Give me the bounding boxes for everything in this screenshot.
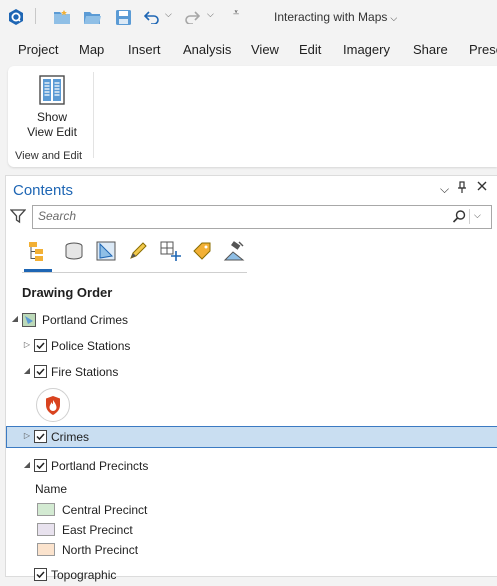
collapse-arrow-icon[interactable]: ◢	[22, 366, 32, 376]
pane-title: Contents	[13, 182, 74, 199]
close-icon[interactable]	[476, 180, 488, 195]
tab-view[interactable]: View	[251, 42, 279, 57]
legend-heading: Name	[35, 482, 68, 496]
show-view-edit-label-1: Show	[36, 110, 68, 124]
project-title-text: Interacting with Maps	[274, 10, 388, 24]
chevron-down-icon: ⌵	[390, 13, 398, 23]
tab-edit[interactable]: Edit	[299, 42, 321, 57]
filter-icon[interactable]	[9, 208, 27, 224]
search-icon[interactable]	[451, 209, 467, 225]
layer-visibility-checkbox[interactable]	[34, 430, 47, 443]
legend-swatch-east[interactable]	[37, 523, 55, 536]
list-by-perspective-imagery-icon[interactable]	[221, 238, 247, 264]
tree-layer-topographic[interactable]: Topographic	[6, 564, 497, 586]
tree-layer-fire-stations[interactable]: ◢ Fire Stations	[6, 361, 497, 383]
pane-options-chevron-icon[interactable]: ⌵	[440, 182, 449, 197]
title-bar: ⌵ ⌵ ⩡ Interacting with Maps ⌵	[0, 0, 497, 34]
layer-visibility-checkbox[interactable]	[34, 365, 47, 378]
layer-visibility-checkbox[interactable]	[34, 339, 47, 352]
ribbon-group-label: View and Edit	[15, 150, 83, 162]
tab-map[interactable]: Map	[79, 42, 104, 57]
legend-swatch-north[interactable]	[37, 543, 55, 556]
search-options-chevron-icon[interactable]: ⌵	[474, 210, 481, 221]
contents-pane: Contents ⌵ ⌵	[5, 175, 497, 582]
legend-label-central: Central Precinct	[62, 503, 148, 517]
layer-name: Fire Stations	[51, 365, 119, 379]
map-icon	[22, 313, 36, 327]
list-by-snapping-icon[interactable]	[157, 238, 183, 264]
undo-icon[interactable]	[142, 7, 162, 27]
view-edit-icon	[36, 74, 68, 106]
layer-visibility-checkbox[interactable]	[34, 459, 47, 472]
customize-quick-access-icon[interactable]: ⩡	[233, 7, 239, 20]
show-view-edit-label-2: View Edit	[27, 125, 77, 139]
new-project-icon[interactable]	[52, 7, 72, 27]
layer-name: Topographic	[51, 568, 117, 582]
collapse-arrow-icon[interactable]: ◢	[22, 460, 32, 470]
expand-arrow-icon[interactable]: ▷	[22, 431, 32, 441]
tree-layer-crimes[interactable]: ▷ Crimes	[6, 426, 497, 448]
legend-label-north: North Precinct	[62, 543, 139, 557]
tab-share[interactable]: Share	[413, 42, 448, 57]
search-box[interactable]: ⌵	[32, 205, 492, 229]
collapse-arrow-icon[interactable]: ◢	[10, 314, 20, 324]
undo-dropdown-chevron-icon[interactable]: ⌵	[165, 9, 172, 20]
tree-layer-police-stations[interactable]: ▷ Police Stations	[6, 335, 497, 357]
search-divider	[469, 209, 470, 224]
list-by-drawing-order-icon[interactable]	[25, 238, 51, 264]
tree-map-item[interactable]: ◢ Portland Crimes	[6, 309, 497, 331]
redo-icon	[182, 7, 202, 27]
list-by-selection-icon[interactable]	[93, 238, 119, 264]
legend-label-east: East Precinct	[62, 523, 133, 537]
ribbon-group-divider	[93, 72, 94, 158]
layer-name: Portland Precincts	[51, 459, 149, 473]
tab-insert[interactable]: Insert	[128, 42, 161, 57]
open-project-icon[interactable]	[82, 7, 102, 27]
pin-icon[interactable]	[457, 181, 467, 197]
list-by-labeling-icon[interactable]	[189, 238, 215, 264]
ribbon-panel: Show View Edit View and Edit	[8, 66, 497, 167]
contents-view-tabs	[22, 236, 247, 273]
layer-name: Police Stations	[51, 339, 131, 353]
legend-swatch-central[interactable]	[37, 503, 55, 516]
toolbar-separator	[35, 8, 36, 24]
expand-arrow-icon[interactable]: ▷	[22, 340, 32, 350]
list-by-editing-icon[interactable]	[125, 238, 151, 264]
fire-station-symbol-icon[interactable]	[36, 388, 70, 422]
tab-analysis[interactable]: Analysis	[183, 42, 231, 57]
tab-presentation[interactable]: Prese	[469, 42, 497, 57]
list-by-data-source-icon[interactable]	[61, 238, 87, 264]
section-title: Drawing Order	[22, 285, 113, 300]
tab-imagery[interactable]: Imagery	[343, 42, 390, 57]
project-title[interactable]: Interacting with Maps ⌵	[274, 10, 397, 24]
save-project-icon[interactable]	[113, 7, 133, 27]
map-name: Portland Crimes	[42, 313, 129, 327]
redo-dropdown-chevron-icon: ⌵	[207, 9, 214, 19]
ribbon-tabs: Project Map Insert Analysis View Edit Im…	[0, 34, 497, 64]
active-tab-indicator	[24, 269, 52, 272]
arcgis-pro-logo-icon[interactable]	[6, 7, 26, 27]
tree-layer-portland-precincts[interactable]: ◢ Portland Precincts	[6, 455, 497, 477]
tab-project[interactable]: Project	[18, 42, 58, 57]
layer-name: Crimes	[51, 430, 89, 444]
search-input[interactable]	[38, 208, 438, 224]
show-view-edit-button[interactable]: Show View Edit	[18, 72, 86, 147]
